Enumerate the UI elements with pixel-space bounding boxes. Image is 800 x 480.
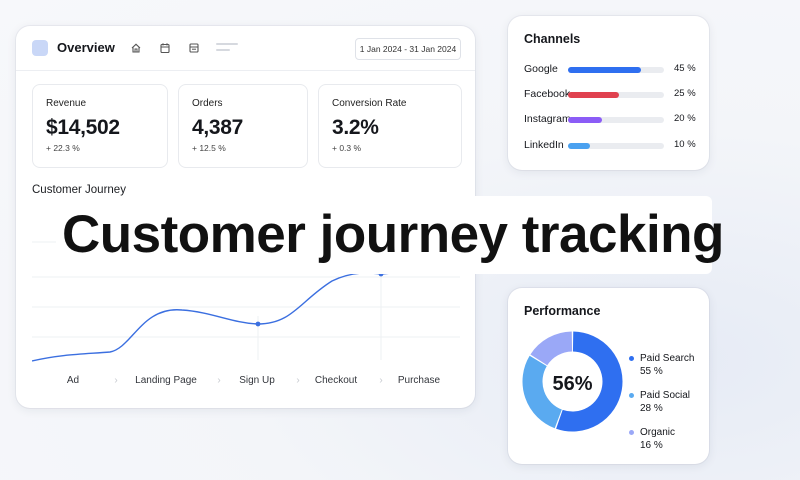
channel-bar-fill: [568, 117, 602, 123]
legend-value: 28 %: [640, 403, 663, 414]
chevron-right-icon: ›: [217, 375, 221, 386]
stat-label: Conversion Rate: [332, 98, 407, 109]
journey-step: Sign Up: [239, 375, 275, 386]
stat-value: 3.2%: [332, 116, 379, 139]
legend-dot: [629, 356, 634, 361]
channel-bar-fill: [568, 143, 591, 149]
legend-dot: [629, 393, 634, 398]
channel-name: Google: [524, 63, 558, 75]
card-title: Channels: [524, 32, 581, 46]
page-title: Overview: [57, 40, 115, 55]
menu-icon[interactable]: [216, 43, 238, 53]
card-title: Performance: [524, 304, 601, 318]
channels-card: Channels Google 45 % Facebook 25 % Insta…: [508, 16, 709, 170]
conversion-rate-card: Conversion Rate 3.2% + 0.3 %: [318, 84, 462, 168]
journey-step: Landing Page: [135, 375, 197, 386]
headline-banner: Customer journey tracking: [56, 196, 724, 274]
legend-label: Paid Social: [640, 390, 691, 401]
legend-value: 16 %: [640, 440, 663, 451]
calendar-icon[interactable]: [159, 42, 171, 54]
stat-label: Orders: [192, 98, 223, 109]
stat-change: + 22.3 %: [46, 143, 80, 153]
channel-percent: 25 %: [674, 88, 696, 99]
journey-step: Ad: [66, 375, 80, 386]
channel-percent: 45 %: [674, 63, 696, 74]
channel-name: Instagram: [524, 113, 571, 125]
home-icon[interactable]: [130, 42, 142, 54]
legend-label: Paid Search: [640, 353, 695, 364]
journey-step: Checkout: [314, 375, 358, 386]
checkpoint-marker: [255, 321, 261, 327]
journey-step: Purchase: [397, 375, 441, 386]
performance-card: Performance 56% Paid Search 55 % Paid So…: [508, 288, 709, 464]
channel-row: Google 45 %: [524, 63, 700, 77]
chevron-right-icon: ›: [379, 375, 383, 386]
channel-bar-track: [568, 67, 664, 73]
channel-name: Facebook: [524, 88, 571, 100]
stat-value: $14,502: [46, 116, 120, 139]
stat-change: + 12.5 %: [192, 143, 226, 153]
date-range-picker[interactable]: 1 Jan 2024 - 31 Jan 2024: [355, 38, 461, 60]
legend-label: Organic: [640, 427, 676, 438]
app-logo: [32, 40, 48, 56]
channel-bar-track: [568, 117, 664, 123]
channel-row: LinkedIn 10 %: [524, 139, 700, 153]
legend-dot: [629, 430, 634, 435]
top-bar: Overview 1 Jan 2024 - 31 Jan 2024: [16, 26, 475, 71]
orders-card: Orders 4,387 + 12.5 %: [178, 84, 308, 168]
channel-bar-fill: [568, 92, 619, 98]
channel-bar-track: [568, 143, 664, 149]
donut-segment: [530, 331, 573, 366]
donut-center-value: 56%: [552, 373, 593, 395]
chevron-right-icon: ›: [296, 375, 300, 386]
stat-change: + 0.3 %: [332, 143, 362, 153]
legend-value: 55 %: [640, 366, 663, 377]
stat-label: Revenue: [46, 98, 87, 109]
stat-value: 4,387: [192, 116, 244, 139]
document-icon[interactable]: [188, 42, 200, 54]
channel-percent: 10 %: [674, 139, 696, 150]
channel-bar-fill: [568, 67, 641, 73]
channel-row: Instagram 20 %: [524, 113, 700, 127]
channel-name: LinkedIn: [524, 139, 564, 151]
channel-percent: 20 %: [674, 113, 696, 124]
channel-row: Facebook 25 %: [524, 88, 700, 102]
revenue-card: Revenue $14,502 + 22.3 %: [32, 84, 168, 168]
channel-bar-track: [568, 92, 664, 98]
chevron-right-icon: ›: [114, 375, 118, 386]
section-title: Customer Journey: [32, 184, 126, 196]
headline-text: Customer journey tracking: [62, 205, 724, 264]
